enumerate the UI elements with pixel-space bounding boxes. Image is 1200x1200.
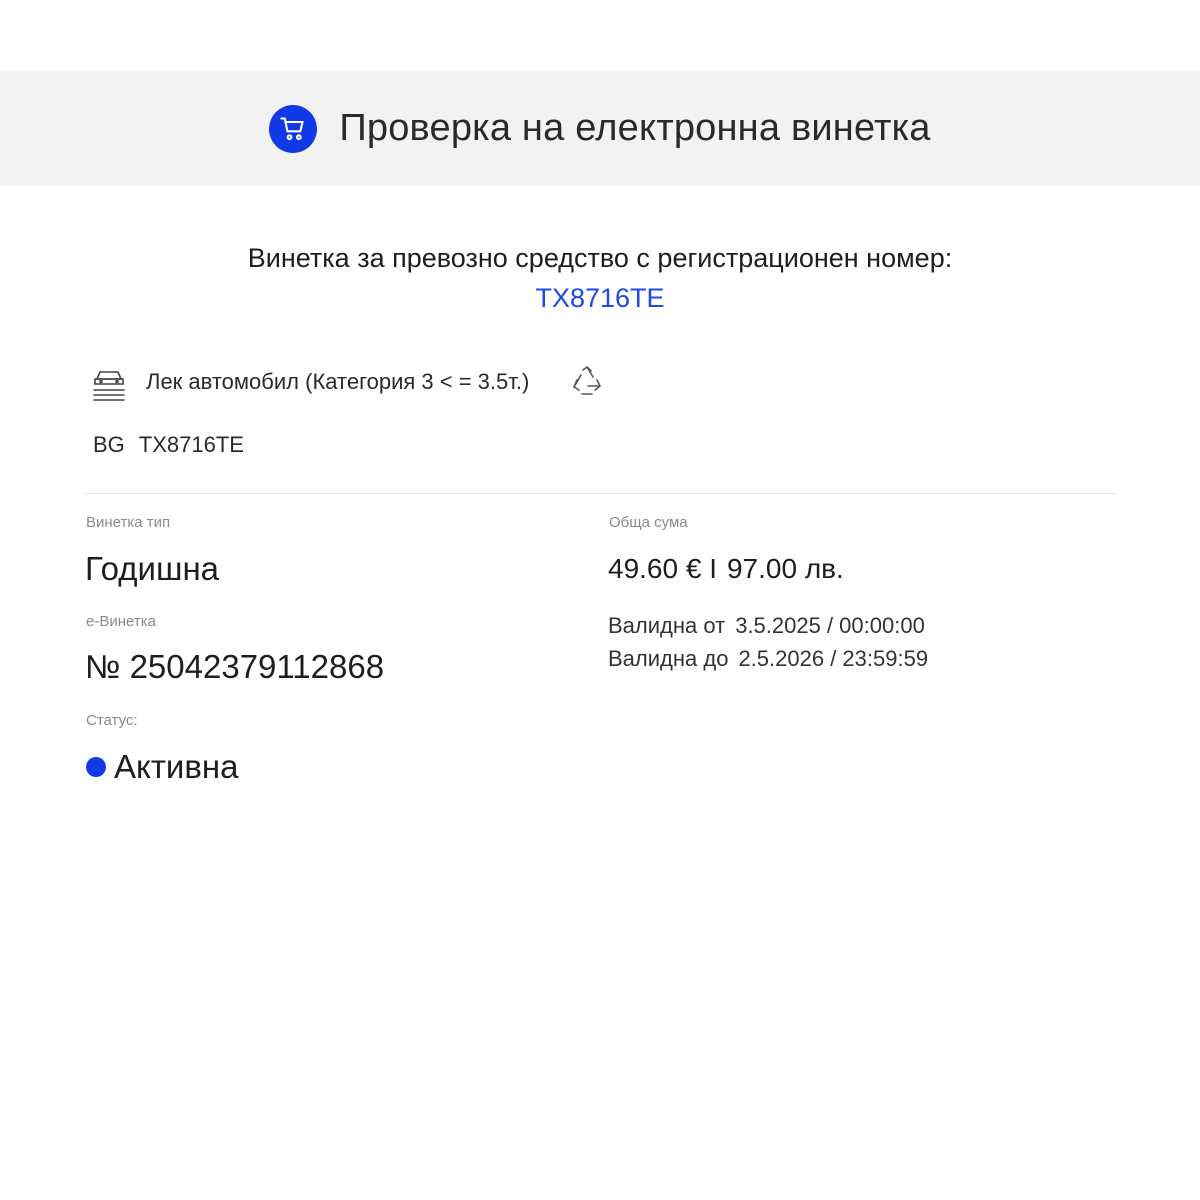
- valid-to-row: Валидна до 2.5.2026 / 23:59:59: [608, 646, 928, 672]
- divider: [85, 493, 1116, 494]
- vehicle-category-row: Лек автомобил (Категория 3 < = 3.5т.): [90, 362, 605, 402]
- summary-block: Винетка за превозно средство с регистрац…: [0, 238, 1200, 318]
- plate-number: TX8716TE: [138, 432, 244, 457]
- vehicle-category-label: Лек автомобил (Категория 3 < = 3.5т.): [146, 369, 530, 394]
- valid-from-value: 3.5.2025 / 00:00:00: [735, 613, 925, 638]
- status-value: Активна: [114, 748, 239, 785]
- vignette-type-value: Годишна: [85, 550, 220, 587]
- recycle-icon: [573, 366, 602, 395]
- car-icon: [93, 371, 125, 401]
- registration-plate-link[interactable]: TX8716TE: [0, 278, 1200, 318]
- evignette-label: е-Винетка: [86, 613, 156, 630]
- status-label: Статус:: [86, 712, 138, 729]
- valid-from-row: Валидна от 3.5.2025 / 00:00:00: [608, 613, 925, 639]
- country-code: BG: [93, 432, 125, 457]
- summary-subtitle: Винетка за превозно средство с регистрац…: [247, 243, 953, 273]
- cart-icon: [269, 104, 318, 153]
- page-header: Проверка на електронна винетка: [0, 71, 1200, 186]
- price-bgn: 97.00 лв.: [726, 553, 844, 584]
- header-inner: Проверка на електронна винетка: [269, 104, 931, 153]
- page-title: Проверка на електронна винетка: [339, 107, 931, 149]
- valid-from-label: Валидна от: [608, 613, 726, 638]
- valid-to-label: Валидна до: [608, 646, 729, 671]
- evignette-number: № 25042379112868: [85, 648, 385, 685]
- valid-to-value: 2.5.2026 / 23:59:59: [738, 646, 929, 671]
- total-label: Обща сума: [609, 514, 688, 531]
- status-badge: Активна: [86, 748, 238, 786]
- plate-row: BG TX8716TE: [93, 432, 244, 458]
- vignette-type-label: Винетка тип: [86, 514, 171, 531]
- total-amount: 49.60 € I 97.00 лв.: [608, 553, 844, 585]
- status-dot-icon: [86, 757, 106, 777]
- price-eur: 49.60 € I: [608, 553, 717, 584]
